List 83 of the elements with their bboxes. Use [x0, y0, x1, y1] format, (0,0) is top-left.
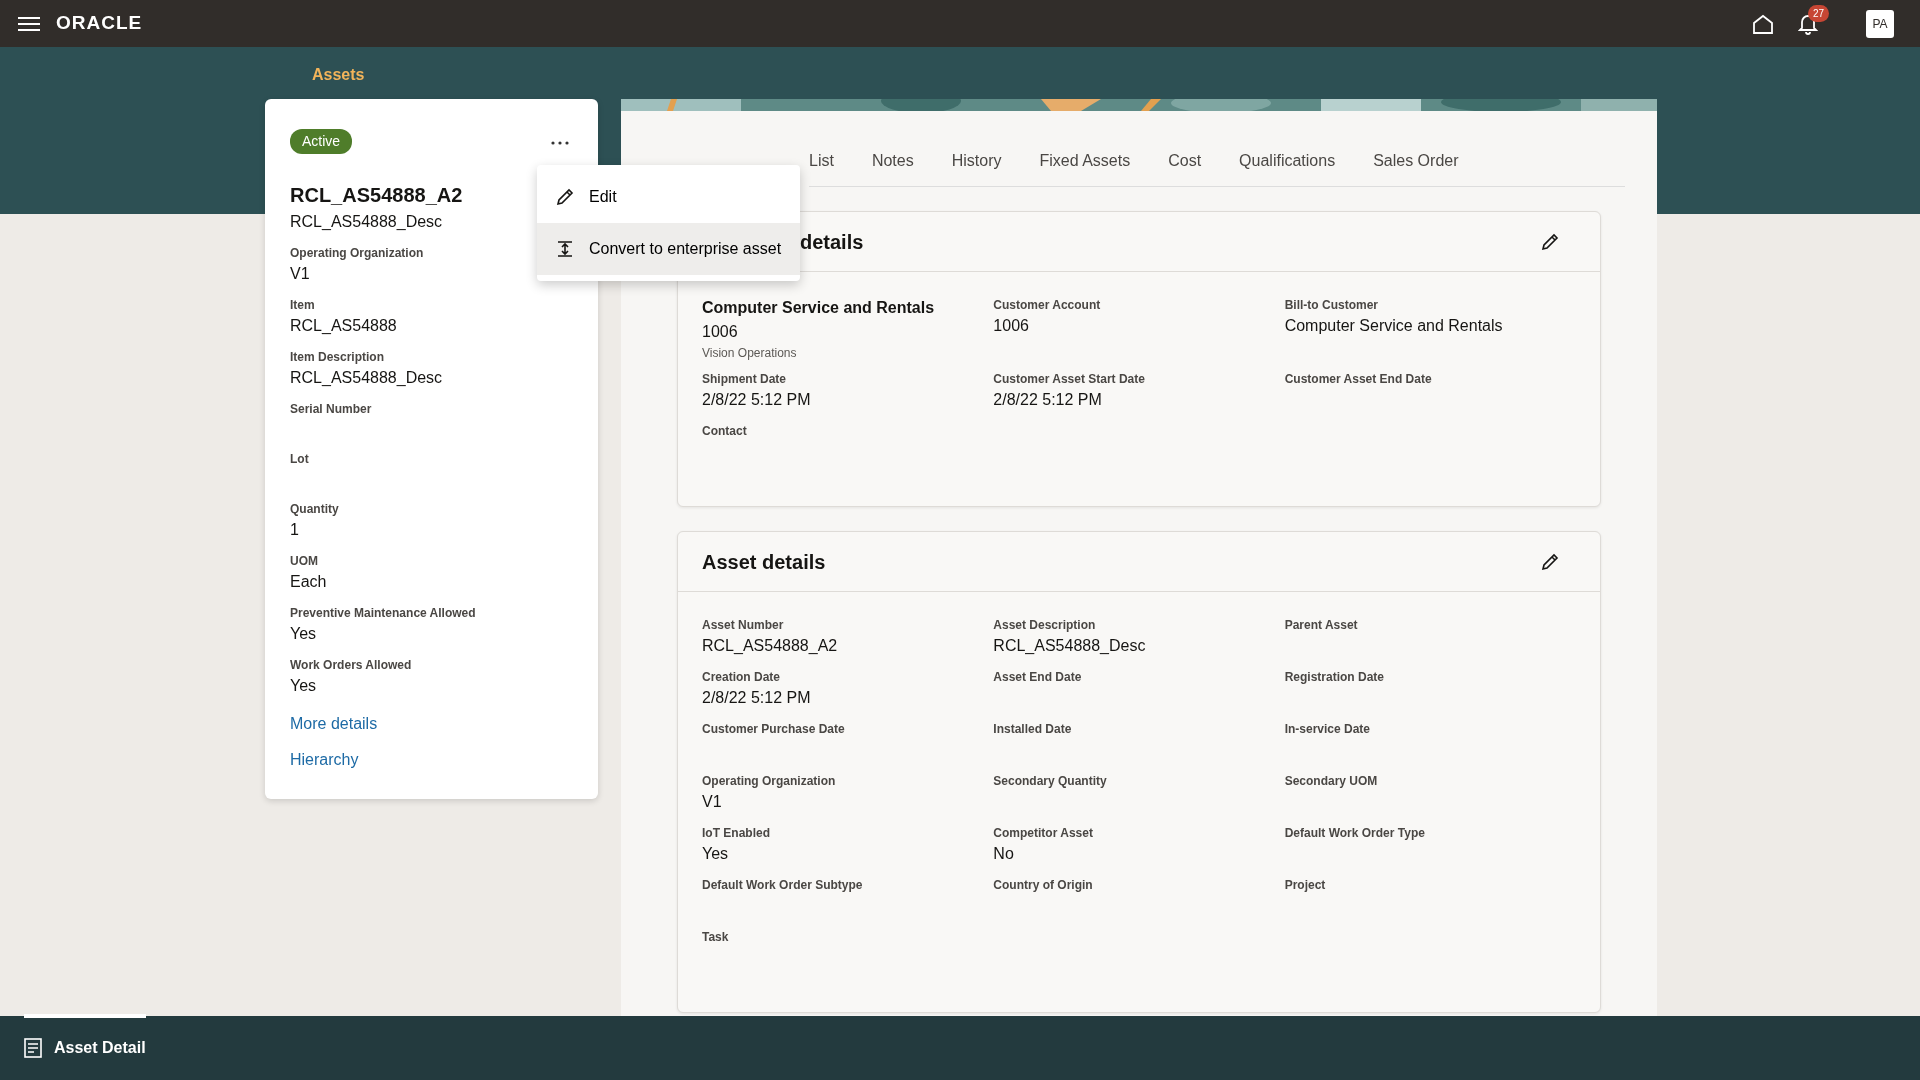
field-value: Computer Service and Rentals — [1284, 316, 1504, 336]
field-label: IoT Enabled — [702, 825, 771, 842]
field-value: 1 — [290, 520, 299, 540]
field-value: Yes — [290, 624, 317, 644]
field-label: Customer Account — [993, 297, 1102, 314]
footer-tab[interactable]: Asset Detail — [24, 1016, 146, 1080]
field-label: Secondary Quantity — [993, 773, 1108, 790]
field-value: Yes — [290, 676, 317, 696]
field-value: RCL_AS54888_Desc — [290, 368, 443, 388]
pencil-icon — [555, 187, 575, 207]
field-label: Work Orders Allowed — [290, 657, 412, 674]
notification-count: 27 — [1808, 4, 1830, 22]
field-value: 2/8/22 5:12 PM — [702, 688, 812, 708]
field-label: Registration Date — [1284, 669, 1385, 686]
field-label: Preventive Maintenance Allowed — [290, 605, 476, 622]
field-label: Project — [1284, 877, 1327, 894]
field-value: Each — [290, 572, 327, 592]
tab[interactable]: List — [809, 141, 853, 186]
field-value: V1 — [702, 792, 723, 812]
field-label: Shipment Date — [702, 371, 787, 388]
field-label: Installed Date — [993, 721, 1073, 738]
field-label: Competitor Asset — [993, 825, 1094, 842]
edit-icon[interactable] — [1540, 551, 1560, 572]
section-title: details — [800, 229, 864, 255]
field-label: Customer Asset End Date — [1284, 371, 1433, 388]
field-value: 2/8/22 5:12 PM — [702, 390, 812, 410]
tab[interactable]: Cost — [1149, 141, 1221, 186]
field-label: Lot — [290, 451, 309, 468]
link[interactable]: Hierarchy — [290, 748, 359, 772]
customer-name: Computer Service and Rentals — [702, 298, 936, 318]
field-label: Task — [702, 929, 730, 946]
asset-title: RCL_AS54888_A2 — [290, 183, 463, 208]
home-icon[interactable] — [1752, 13, 1774, 34]
convert-icon — [555, 239, 575, 259]
field-label: Item Description — [290, 349, 385, 366]
field-label: In-service Date — [1284, 721, 1372, 738]
menu-item[interactable]: Edit — [537, 171, 800, 223]
field-value: RCL_AS54888_A2 — [702, 636, 839, 656]
field-label: Item — [290, 297, 315, 314]
customer-number: 1006 — [702, 322, 739, 342]
field-label: Operating Organization — [290, 245, 424, 262]
field-label: Default Work Order Subtype — [702, 877, 864, 894]
field-label: Bill-to Customer — [1284, 297, 1379, 314]
logo[interactable]: ORACLE — [56, 9, 143, 38]
field-label: Country of Origin — [993, 877, 1094, 894]
field-label: Creation Date — [702, 669, 782, 686]
tab[interactable]: Qualifications — [1220, 141, 1355, 186]
field-label: UOM — [290, 553, 318, 570]
link[interactable]: More details — [290, 712, 378, 736]
tab[interactable]: History — [932, 141, 1021, 186]
field-value: 2/8/22 5:12 PM — [993, 390, 1103, 410]
field-value: RCL_AS54888 — [290, 316, 397, 336]
field-label: Customer Asset Start Date — [993, 371, 1146, 388]
tab[interactable]: Sales Order — [1354, 141, 1478, 186]
field-label: Customer Purchase Date — [702, 721, 846, 738]
field-label: Serial Number — [290, 401, 372, 418]
edit-icon[interactable] — [1540, 231, 1560, 252]
field-value: Yes — [702, 844, 730, 864]
field-label: Quantity — [290, 501, 339, 518]
menu-icon[interactable] — [18, 15, 40, 32]
more-icon[interactable] — [551, 141, 569, 146]
field-value: 1006 — [993, 316, 1030, 336]
field-label: Parent Asset — [1284, 617, 1359, 634]
customer-organization: Vision Operations — [702, 345, 798, 362]
tab[interactable]: Notes — [852, 141, 933, 186]
status-tag: Active — [290, 129, 353, 154]
document-icon — [24, 1038, 42, 1058]
field-label: Contact — [702, 423, 748, 440]
field-label: Asset Number — [702, 617, 785, 634]
section-title: Asset details — [702, 549, 826, 575]
asset-subtitle: RCL_AS54888_Desc — [290, 212, 443, 232]
field-label: Secondary UOM — [1284, 773, 1379, 790]
tab[interactable]: Fixed Assets — [1020, 141, 1150, 186]
user-avatar[interactable]: PA — [1866, 9, 1894, 38]
field-value: V1 — [290, 264, 310, 284]
breadcrumb-link[interactable]: Assets — [312, 63, 365, 87]
field-label: Default Work Order Type — [1284, 825, 1426, 842]
field-label: Asset Description — [993, 617, 1097, 634]
field-label: Operating Organization — [702, 773, 837, 790]
field-label: Asset End Date — [993, 669, 1083, 686]
field-value: RCL_AS54888_Desc — [993, 636, 1147, 656]
menu-item[interactable]: Convert to enterprise asset — [537, 223, 800, 275]
field-value: No — [993, 844, 1015, 864]
